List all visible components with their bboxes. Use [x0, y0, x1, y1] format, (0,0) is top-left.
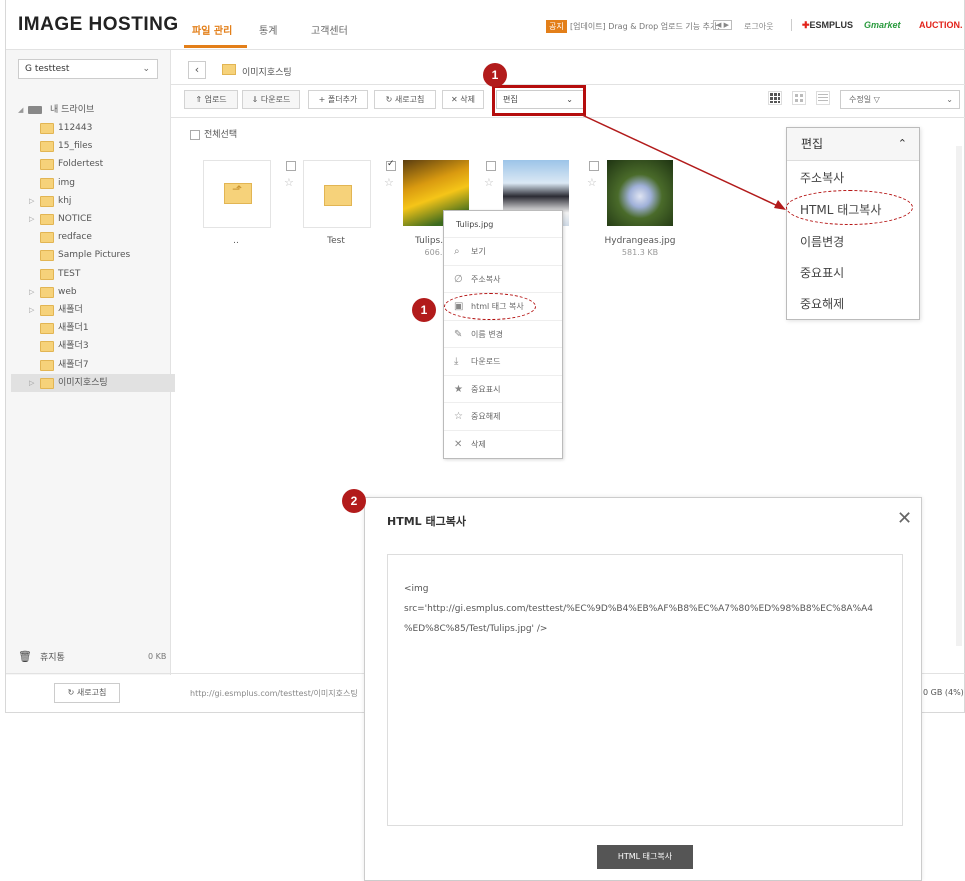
- modal-title: HTML 태그복사: [387, 515, 466, 528]
- html-tag-copy-button[interactable]: HTML 태그복사: [597, 845, 693, 869]
- close-icon[interactable]: ✕: [897, 508, 912, 529]
- html-code-textarea[interactable]: <img src='http://gi.esmplus.com/testtest…: [387, 554, 903, 826]
- step-badge-2: 2: [342, 489, 366, 513]
- html-tag-copy-option-highlight: [786, 190, 913, 225]
- html-code: <img src='http://gi.esmplus.com/testtest…: [404, 584, 874, 634]
- edit-option-unmark-important[interactable]: 중요해제: [800, 295, 844, 312]
- html-tag-copy-modal: HTML 태그복사 ✕ <img src='http://gi.esmplus.…: [364, 497, 922, 881]
- edit-option-mark-important[interactable]: 중요표시: [800, 264, 844, 281]
- edit-option-copy-address[interactable]: 주소복사: [800, 169, 844, 186]
- edit-option-rename[interactable]: 이름변경: [800, 233, 844, 250]
- chevron-up-icon: ⌃: [897, 137, 907, 150]
- edit-dropdown-header[interactable]: 편집 ⌃: [787, 128, 919, 161]
